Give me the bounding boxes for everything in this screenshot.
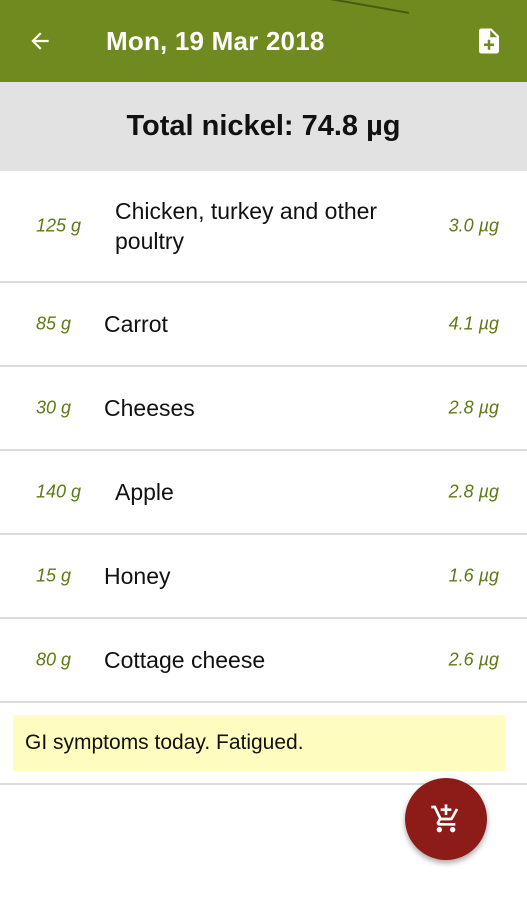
food-name: Cottage cheese bbox=[104, 647, 266, 673]
food-quantity: 30 g bbox=[36, 397, 72, 418]
day-note-row[interactable]: GI symptoms today. Fatigued. bbox=[0, 703, 527, 785]
food-name: Cheeses bbox=[104, 395, 195, 421]
app-bar: Mon, 19 Mar 2018 bbox=[0, 0, 527, 82]
list-item[interactable]: 15 g Honey 1.6 µg bbox=[0, 535, 527, 619]
food-nickel: 1.6 µg bbox=[448, 565, 499, 586]
add-document-icon bbox=[479, 28, 499, 54]
food-list: 125 g Chicken, turkey and other poultry … bbox=[0, 171, 527, 703]
list-item[interactable]: 30 g Cheeses 2.8 µg bbox=[0, 367, 527, 451]
food-quantity: 140 g bbox=[36, 481, 82, 502]
food-name: Apple bbox=[115, 479, 174, 505]
add-document-button[interactable] bbox=[467, 20, 511, 62]
food-nickel: 2.8 µg bbox=[448, 397, 499, 418]
arrow-back-icon bbox=[31, 32, 49, 50]
decorative-line bbox=[329, 0, 409, 14]
food-nickel: 4.1 µg bbox=[448, 313, 499, 334]
food-quantity: 15 g bbox=[36, 565, 72, 586]
food-quantity: 80 g bbox=[36, 649, 72, 670]
list-item[interactable]: 125 g Chicken, turkey and other poultry … bbox=[0, 171, 527, 283]
food-quantity: 125 g bbox=[36, 215, 82, 236]
food-nickel: 3.0 µg bbox=[448, 215, 499, 236]
add-to-cart-icon bbox=[431, 804, 459, 833]
list-item[interactable]: 85 g Carrot 4.1 µg bbox=[0, 283, 527, 367]
back-button[interactable] bbox=[18, 21, 62, 61]
food-name: Chicken, turkey and other poultry bbox=[115, 198, 378, 254]
add-food-button[interactable] bbox=[405, 778, 487, 860]
list-item[interactable]: 140 g Apple 2.8 µg bbox=[0, 451, 527, 535]
day-note[interactable]: GI symptoms today. Fatigued. bbox=[13, 715, 505, 771]
list-item[interactable]: 80 g Cottage cheese 2.6 µg bbox=[0, 619, 527, 703]
page-title: Mon, 19 Mar 2018 bbox=[106, 26, 325, 56]
food-nickel: 2.8 µg bbox=[448, 481, 499, 502]
total-nickel-banner: Total nickel: 74.8 µg bbox=[0, 82, 527, 171]
food-nickel: 2.6 µg bbox=[448, 649, 499, 670]
food-name: Carrot bbox=[104, 311, 168, 337]
app-screen: Mon, 19 Mar 2018 Total nickel: 74.8 µg 1… bbox=[0, 0, 527, 900]
food-quantity: 85 g bbox=[36, 313, 72, 334]
food-name: Honey bbox=[104, 563, 171, 589]
